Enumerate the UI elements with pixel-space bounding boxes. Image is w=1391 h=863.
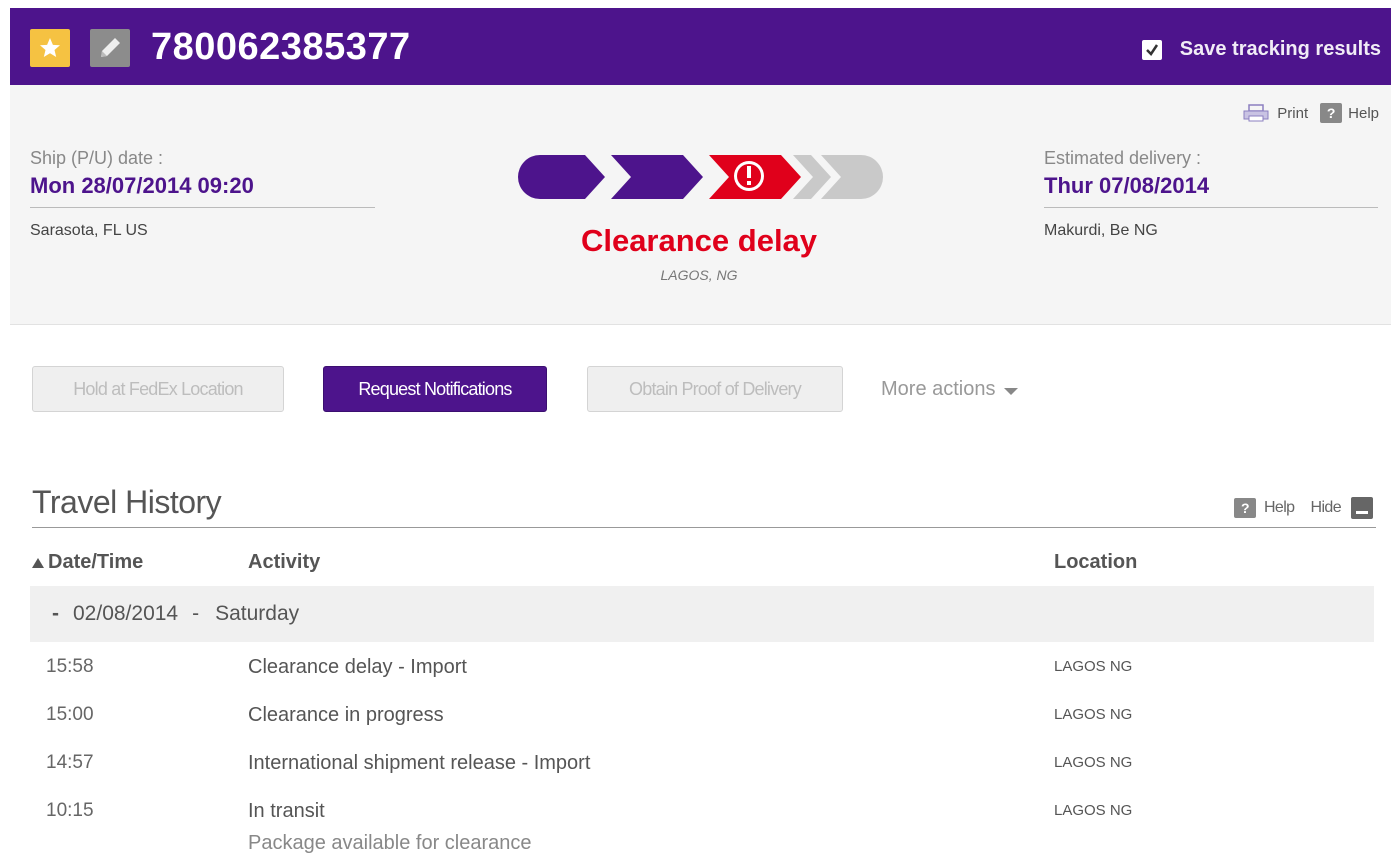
destination-location: Makurdi, Be NG <box>1044 222 1158 239</box>
pencil-icon[interactable] <box>90 29 130 67</box>
event-time: 14:57 <box>46 752 94 773</box>
event-activity: International shipment release - Import <box>248 752 591 774</box>
more-actions-dropdown[interactable]: More actions <box>881 378 1018 401</box>
hold-at-location-button[interactable]: Hold at FedEx Location <box>32 366 284 412</box>
shipment-summary: Print ? Help Ship (P/U) date : Mon 28/07… <box>10 85 1391 325</box>
event-activity: Clearance in progress <box>248 704 444 726</box>
request-notifications-button[interactable]: Request Notifications <box>323 366 547 412</box>
table-row: 14:57 International shipment release - I… <box>10 752 1391 792</box>
ship-date-label: Ship (P/U) date : <box>30 148 164 168</box>
travel-history-tools: ? Help Hide <box>1233 497 1373 519</box>
shipment-status: Clearance delay <box>580 223 818 258</box>
more-actions-label: More actions <box>881 378 996 400</box>
column-date-label: Date/Time <box>48 551 144 573</box>
delivery-info: Estimated delivery : Thur 07/08/2014 Mak… <box>1044 148 1378 240</box>
event-time: 15:00 <box>46 704 94 725</box>
travel-history-title: Travel History <box>32 484 222 520</box>
ship-info: Ship (P/U) date : Mon 28/07/2014 09:20 S… <box>30 148 375 240</box>
proof-of-delivery-button[interactable]: Obtain Proof of Delivery <box>587 366 843 412</box>
tracking-number: 780062385377 <box>151 26 411 68</box>
printer-icon[interactable] <box>1243 104 1269 122</box>
delivery-date: Thur 07/08/2014 <box>1044 173 1378 208</box>
history-help-link[interactable]: Help <box>1264 499 1295 517</box>
column-header-date[interactable]: Date/Time <box>32 551 143 574</box>
column-header-activity: Activity <box>248 551 321 573</box>
help-icon[interactable]: ? <box>1320 103 1343 123</box>
progress-step-1 <box>518 155 605 199</box>
tracking-page: 780062385377 Save tracking results Print… <box>10 8 1391 863</box>
print-link[interactable]: Print <box>1277 105 1308 122</box>
save-tracking-results[interactable]: Save tracking results <box>1141 38 1381 61</box>
event-location: LAGOS NG <box>1054 706 1133 723</box>
divider <box>32 527 1376 528</box>
event-activity: Clearance delay - Import <box>248 656 467 678</box>
event-location: LAGOS NG <box>1054 754 1133 771</box>
print-help-links: Print ? Help <box>1243 103 1379 123</box>
star-icon[interactable] <box>30 29 70 67</box>
table-row: 15:58 Clearance delay - Import LAGOS NG <box>10 656 1391 696</box>
help-link[interactable]: Help <box>1348 105 1379 122</box>
shipment-progress-bar <box>518 155 883 199</box>
day-date: 02/08/2014 <box>73 602 179 625</box>
sort-ascending-icon <box>32 557 44 568</box>
day-weekday: Saturday <box>215 602 300 625</box>
event-activity: In transit <box>248 800 325 822</box>
table-row: 10:15 In transit Package available for c… <box>10 800 1391 860</box>
tracking-header: 780062385377 Save tracking results <box>10 8 1391 85</box>
chevron-down-icon <box>1003 388 1018 395</box>
table-row: 15:00 Clearance in progress LAGOS NG <box>10 704 1391 744</box>
column-header-location: Location <box>1054 551 1138 573</box>
ship-date: Mon 28/07/2014 09:20 <box>30 173 375 208</box>
event-detail: Package available for clearance <box>248 832 532 854</box>
status-location: LAGOS, NG <box>660 267 738 283</box>
event-location: LAGOS NG <box>1054 802 1133 819</box>
collapse-icon[interactable] <box>1351 497 1373 519</box>
event-time: 15:58 <box>46 656 94 677</box>
save-checkbox[interactable] <box>1141 39 1162 60</box>
collapse-toggle[interactable]: - <box>52 602 59 626</box>
delivery-date-label: Estimated delivery : <box>1044 148 1202 168</box>
day-group-header[interactable]: - 02/08/2014 - Saturday <box>30 586 1374 642</box>
event-time: 10:15 <box>46 800 94 821</box>
history-hide-link[interactable]: Hide <box>1310 499 1341 517</box>
event-location: LAGOS NG <box>1054 658 1133 675</box>
origin-location: Sarasota, FL US <box>30 222 148 239</box>
progress-step-2 <box>611 155 703 199</box>
save-tracking-label: Save tracking results <box>1179 38 1381 60</box>
day-separator: - <box>192 602 200 625</box>
help-icon[interactable]: ? <box>1233 498 1256 518</box>
